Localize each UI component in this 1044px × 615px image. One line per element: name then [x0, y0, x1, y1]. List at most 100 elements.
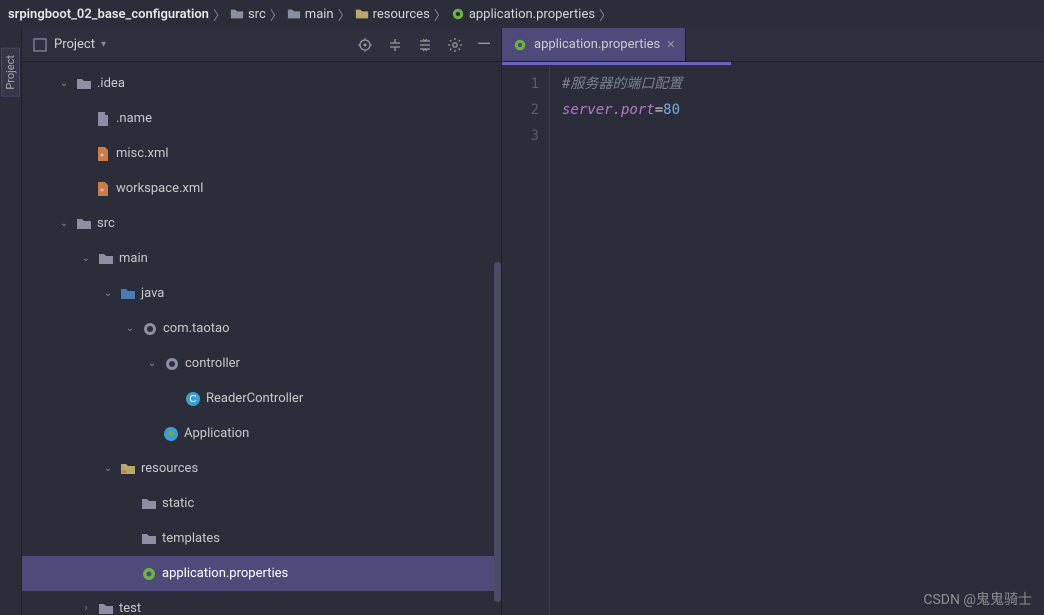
code-content[interactable]: #服务器的端口配置 server.port=80 [550, 65, 1044, 615]
panel-title[interactable]: Project [54, 37, 95, 52]
expand-all-icon[interactable] [387, 37, 403, 53]
chevron-right-icon: 〉 [434, 5, 447, 24]
chevron-right-icon: 〉 [213, 5, 226, 24]
chevron-right-icon[interactable]: › [79, 603, 93, 614]
folder-icon [141, 496, 157, 512]
scrollbar[interactable] [494, 262, 501, 602]
tree-file-misc[interactable]: misc.xml [22, 136, 501, 171]
breadcrumb-project[interactable]: srpingboot_02_base_configuration [8, 7, 209, 22]
gear-icon[interactable] [447, 37, 463, 53]
code-line[interactable]: #服务器的端口配置 [562, 71, 1044, 97]
property-value: 80 [663, 102, 680, 118]
spring-properties-icon [141, 566, 157, 582]
tree-label: application.properties [162, 566, 288, 581]
tree-label: ReaderController [206, 391, 303, 406]
close-icon[interactable]: ✕ [666, 38, 675, 51]
collapse-all-icon[interactable] [417, 37, 433, 53]
code-editor[interactable]: 1 2 3 #服务器的端口配置 server.port=80 [502, 65, 1044, 615]
tree-label: test [119, 601, 141, 615]
tree-folder-src[interactable]: ⌄ src [22, 206, 501, 241]
svg-text:C: C [189, 394, 196, 405]
chevron-right-icon: 〉 [338, 5, 351, 24]
tree-label: resources [141, 461, 198, 476]
chevron-right-icon: 〉 [599, 5, 612, 24]
tree-label: .name [116, 111, 152, 126]
editor-tab-app-properties[interactable]: application.properties ✕ [502, 28, 686, 61]
breadcrumb-file[interactable]: application.properties [451, 7, 595, 22]
spring-properties-icon [512, 37, 528, 53]
project-tree[interactable]: ⌄ .idea .name misc.xml workspace.xml [22, 62, 501, 615]
tree-file-workspace[interactable]: workspace.xml [22, 171, 501, 206]
line-number[interactable]: 3 [502, 123, 539, 149]
breadcrumb-src[interactable]: src [230, 7, 266, 22]
project-panel: Project ▾ — [22, 28, 502, 615]
tree-label: java [141, 286, 164, 301]
tree-label: src [97, 216, 115, 231]
tree-label: templates [162, 531, 220, 546]
tree-label: workspace.xml [116, 181, 203, 196]
hide-icon[interactable]: — [477, 40, 491, 50]
tree-label: main [119, 251, 148, 266]
dropdown-arrow-icon[interactable]: ▾ [101, 39, 106, 50]
chevron-down-icon[interactable]: ⌄ [57, 78, 71, 89]
package-icon [142, 321, 158, 337]
code-line[interactable] [562, 123, 1044, 149]
project-panel-header: Project ▾ — [22, 28, 501, 62]
class-icon: C [185, 391, 201, 407]
xml-file-icon [95, 181, 111, 197]
project-icon [32, 37, 48, 53]
folder-icon [141, 531, 157, 547]
project-tool-tab[interactable]: Project [1, 48, 20, 97]
tree-label: com.taotao [163, 321, 230, 336]
file-icon [95, 111, 111, 127]
tree-class-application[interactable]: Application [22, 416, 501, 451]
tool-window-bar: Project [0, 28, 22, 615]
tree-folder-static[interactable]: static [22, 486, 501, 521]
equals-sign: = [655, 102, 663, 118]
tree-label: .idea [97, 76, 125, 91]
tree-class-reader[interactable]: C ReaderController [22, 381, 501, 416]
chevron-down-icon[interactable]: ⌄ [101, 463, 115, 474]
tree-folder-templates[interactable]: templates [22, 521, 501, 556]
package-icon [164, 356, 180, 372]
line-number[interactable]: 1 [502, 71, 539, 97]
code-line[interactable]: server.port=80 [562, 97, 1044, 123]
folder-icon [98, 601, 114, 615]
comment-text: #服务器的端口配置 [562, 76, 682, 92]
property-key: server.port [562, 102, 655, 118]
tree-folder-resources[interactable]: ⌄ resources [22, 451, 501, 486]
folder-icon [76, 76, 92, 92]
tree-folder-idea[interactable]: ⌄ .idea [22, 66, 501, 101]
tree-folder-test[interactable]: › test [22, 591, 501, 615]
chevron-down-icon[interactable]: ⌄ [145, 358, 159, 369]
chevron-down-icon[interactable]: ⌄ [101, 288, 115, 299]
folder-icon [98, 251, 114, 267]
tree-folder-main[interactable]: ⌄ main [22, 241, 501, 276]
breadcrumb-main[interactable]: main [287, 7, 334, 22]
tab-label: application.properties [534, 37, 660, 52]
tree-folder-java[interactable]: ⌄ java [22, 276, 501, 311]
folder-icon [76, 216, 92, 232]
breadcrumb-label: src [248, 7, 266, 22]
breadcrumb: srpingboot_02_base_configuration 〉 src 〉… [0, 0, 1044, 28]
tree-label: misc.xml [116, 146, 169, 161]
breadcrumb-resources[interactable]: resources [355, 7, 430, 22]
tree-package-controller[interactable]: ⌄ controller [22, 346, 501, 381]
source-folder-icon [120, 286, 136, 302]
chevron-down-icon[interactable]: ⌄ [79, 253, 93, 264]
editor-tab-bar: application.properties ✕ [502, 28, 1044, 62]
chevron-down-icon[interactable]: ⌄ [57, 218, 71, 229]
editor-area: application.properties ✕ 1 2 3 #服务器的端口配置… [502, 28, 1044, 615]
tree-package[interactable]: ⌄ com.taotao [22, 311, 501, 346]
chevron-down-icon[interactable]: ⌄ [123, 323, 137, 334]
breadcrumb-label: main [305, 7, 334, 22]
locate-icon[interactable] [357, 37, 373, 53]
spring-boot-icon [163, 426, 179, 442]
tree-file-app-properties[interactable]: application.properties [22, 556, 501, 591]
tree-label: static [162, 496, 194, 511]
tree-file-name[interactable]: .name [22, 101, 501, 136]
line-gutter: 1 2 3 [502, 65, 550, 615]
breadcrumb-label: application.properties [469, 7, 595, 22]
line-number[interactable]: 2 [502, 97, 539, 123]
tree-label: controller [185, 356, 240, 371]
